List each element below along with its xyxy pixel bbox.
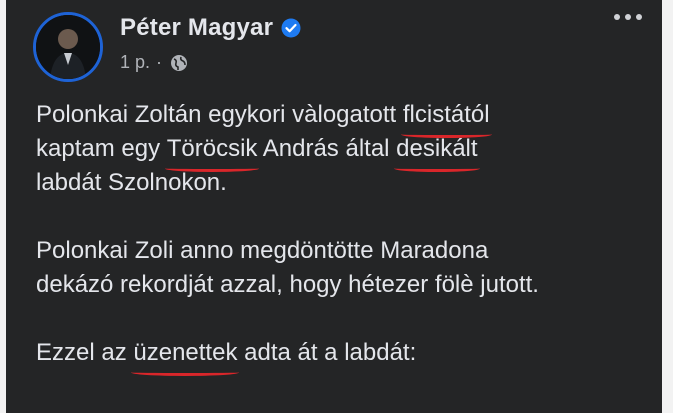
paragraph-3: Ezzel az üzenettek adta át a labdát:	[36, 336, 646, 376]
underlined-word: Töröcsik	[164, 132, 260, 172]
verified-badge-icon	[281, 18, 301, 38]
meta-separator: ·	[156, 52, 163, 72]
author-name[interactable]: Péter Magyar	[120, 14, 273, 42]
post-card: Péter Magyar 1 p. · Polonkai Zoltán egyk…	[6, 0, 662, 413]
more-options-icon[interactable]	[614, 14, 642, 20]
post-text: Polonkai Zoltán egykori vàlogatott flcis…	[36, 98, 646, 404]
underlined-word: flcistától	[400, 98, 492, 138]
underlined-word: desikált	[394, 132, 480, 172]
post-timestamp[interactable]: 1 p.	[120, 52, 150, 73]
screenshot-margin	[662, 0, 673, 413]
underlined-word: üzenettek	[131, 336, 240, 376]
paragraph-2: Polonkai Zoli anno megdöntötte Maradona …	[36, 237, 539, 298]
globe-icon[interactable]	[170, 54, 188, 72]
paragraph-1: Polonkai Zoltán egykori vàlogatott flcis…	[36, 98, 646, 200]
avatar[interactable]	[33, 12, 103, 82]
